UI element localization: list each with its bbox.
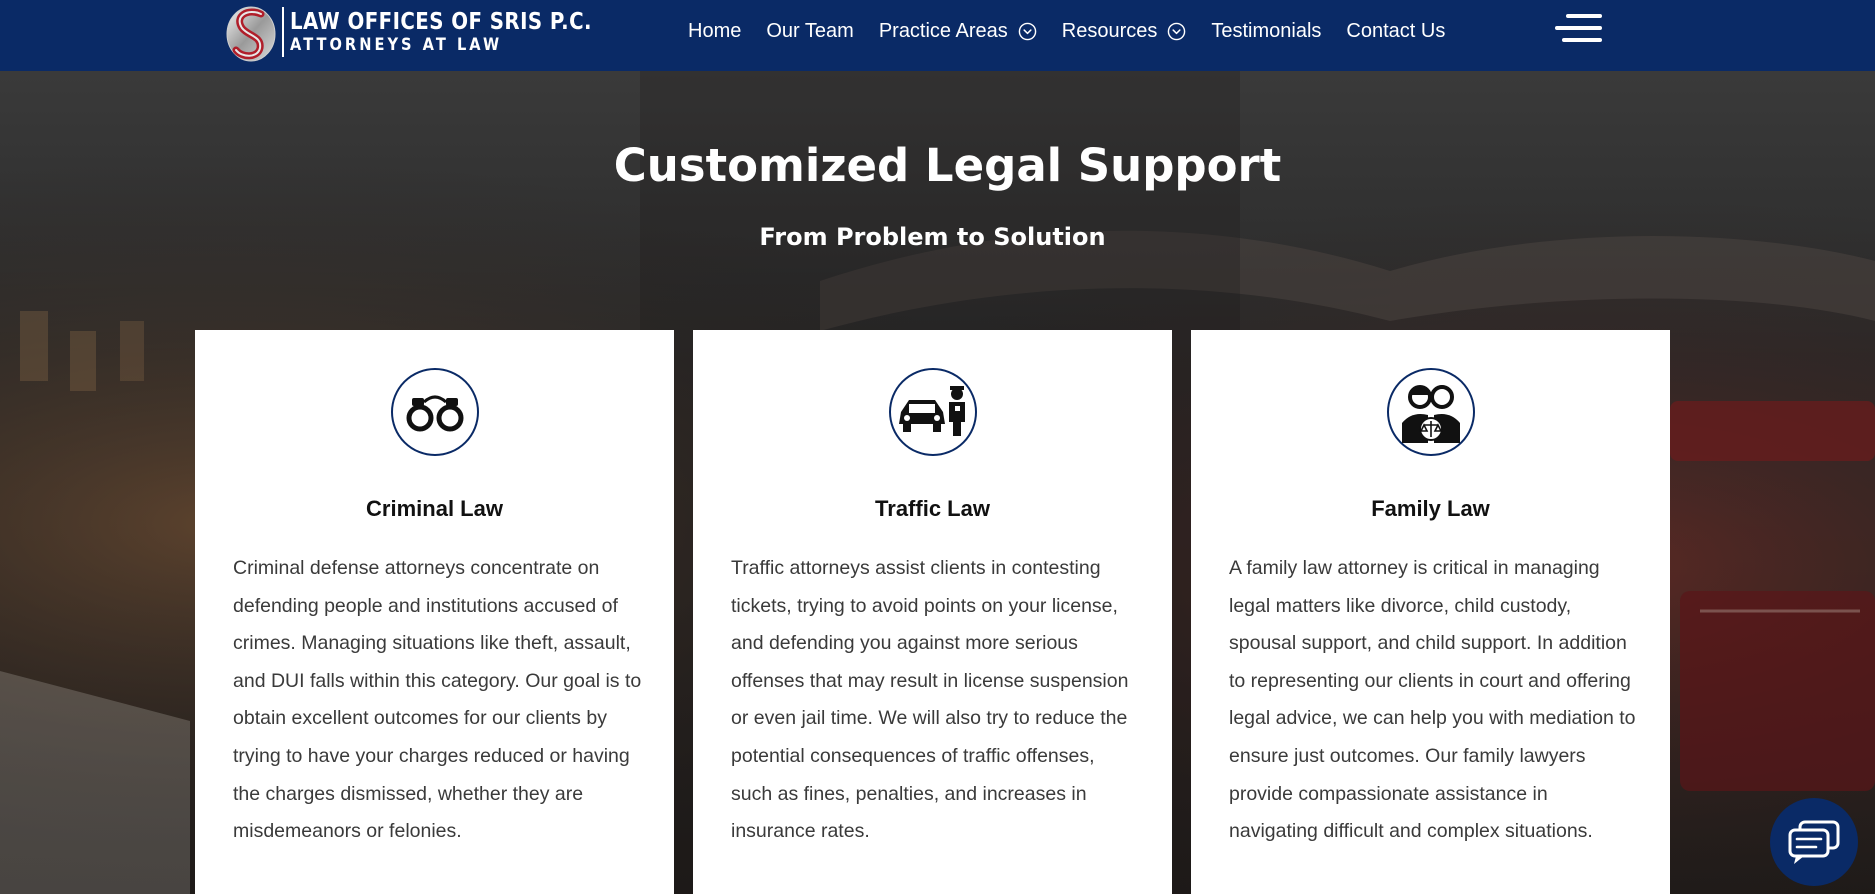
nav-contact-us-label: Contact Us	[1346, 19, 1446, 42]
card-title: Traffic Law	[875, 496, 990, 521]
card-description: Traffic attorneys assist clients in cont…	[731, 557, 1129, 843]
nav-practice-areas-label: Practice Areas	[878, 19, 1008, 42]
logo-divider	[282, 7, 284, 57]
logo-tagline: ATTORNEYS AT LAW	[290, 35, 503, 55]
nav-home-label: Home	[688, 19, 742, 42]
chevron-down-circle-icon[interactable]	[1167, 22, 1186, 41]
main-nav: Home Our Team Practice Areas Resources T…	[688, 0, 1470, 62]
logo-text: LAW OFFICES OF SRIS P.C. ATTORNEYS AT LA…	[290, 9, 641, 55]
logo-firm-name: LAW OFFICES OF SRIS P.C.	[290, 9, 593, 35]
card-title: Family Law	[1371, 496, 1490, 521]
nav-testimonials-label: Testimonials	[1211, 19, 1322, 42]
nav-practice-areas[interactable]: Practice Areas	[879, 20, 1037, 43]
hamburger-menu-icon[interactable]	[1555, 14, 1602, 42]
nav-contact-us[interactable]: Contact Us	[1346, 20, 1445, 43]
nav-our-team[interactable]: Our Team	[766, 20, 853, 43]
chevron-down-circle-icon[interactable]	[1018, 22, 1037, 41]
family-scales-icon	[1387, 368, 1475, 456]
nav-home[interactable]: Home	[688, 20, 741, 43]
practice-card-family-law[interactable]: Family Law A family law attorney is crit…	[1191, 330, 1670, 894]
hero-subtitle: From Problem to Solution	[759, 223, 1106, 251]
nav-resources[interactable]: Resources	[1062, 20, 1187, 43]
hero-title: Customized Legal Support	[613, 139, 1282, 192]
handcuffs-icon	[391, 368, 479, 456]
nav-resources-label: Resources	[1061, 19, 1158, 42]
car-police-icon	[889, 368, 977, 456]
chat-bubble-icon[interactable]	[1770, 798, 1858, 886]
practice-card-traffic-law[interactable]: Traffic Law Traffic attorneys assist cli…	[693, 330, 1172, 894]
card-description: Criminal defense attorneys concentrate o…	[233, 557, 642, 843]
sris-logo-icon	[224, 0, 278, 64]
nav-our-team-label: Our Team	[766, 19, 854, 42]
site-header: LAW OFFICES OF SRIS P.C. ATTORNEYS AT LA…	[0, 0, 1875, 71]
nav-testimonials[interactable]: Testimonials	[1211, 20, 1321, 43]
logo[interactable]: LAW OFFICES OF SRIS P.C. ATTORNEYS AT LA…	[224, 0, 641, 64]
card-title: Criminal Law	[366, 496, 503, 521]
practice-card-criminal-law[interactable]: Criminal Law Criminal defense attorneys …	[195, 330, 674, 894]
card-description: A family law attorney is critical in man…	[1229, 557, 1636, 843]
